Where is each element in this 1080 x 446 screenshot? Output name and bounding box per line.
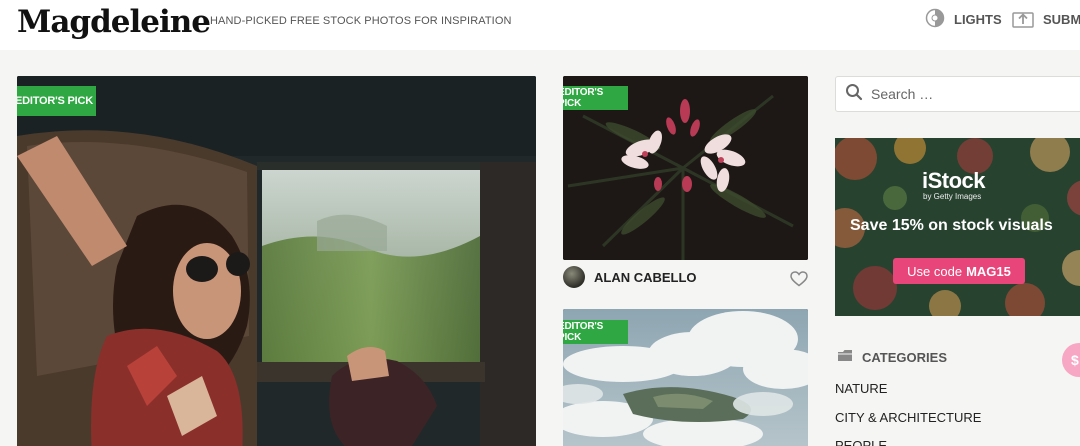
site-tagline: HAND-PICKED FREE STOCK PHOTOS FOR INSPIR… [210, 15, 512, 27]
top-bar: Magdeleine HAND-PICKED FREE STOCK PHOTOS… [0, 0, 1080, 50]
donate-button[interactable]: $ [1062, 343, 1080, 377]
lights-label: LIGHTS [954, 11, 1002, 27]
ad-brand-sub: by Getty Images [923, 192, 982, 201]
photo-author[interactable]: ALAN CABELLO [563, 266, 697, 288]
ad-cta-button[interactable]: Use code MAG15 [893, 258, 1025, 284]
ad-cta-prefix: Use code [907, 263, 963, 279]
search-box [835, 76, 1080, 112]
editors-pick-badge: EDITOR'S PICK [17, 86, 96, 116]
site-logo[interactable]: Magdeleine [17, 4, 211, 40]
photo-woman-in-car [17, 76, 536, 446]
submit-label: SUBMIT [1043, 11, 1080, 27]
avatar [563, 266, 585, 288]
category-link-people[interactable]: PEOPLE [835, 438, 887, 446]
upload-icon [1012, 8, 1034, 31]
photo-card-woman-car[interactable]: EDITOR'S PICK [17, 76, 536, 446]
like-button[interactable] [790, 271, 808, 292]
istock-ad[interactable]: iStock by Getty Images Save 15% on stock… [835, 138, 1080, 316]
ad-cta-code: MAG15 [966, 263, 1011, 279]
editors-pick-badge: EDITOR'S PICK [563, 86, 628, 110]
editors-pick-badge: EDITOR'S PICK [563, 320, 628, 344]
photo-card-clouds[interactable]: EDITOR'S PICK [563, 309, 808, 446]
dollar-icon: $ [1071, 352, 1079, 368]
heart-icon [790, 271, 808, 291]
photo-card-flower[interactable]: EDITOR'S PICK [563, 76, 808, 260]
category-link-city-architecture[interactable]: CITY & ARCHITECTURE [835, 410, 981, 425]
search-input[interactable] [871, 86, 1061, 102]
categories-heading: CATEGORIES [837, 349, 947, 366]
submit-button[interactable]: SUBMIT [1012, 7, 1080, 31]
author-name: ALAN CABELLO [594, 269, 697, 285]
lightbulb-icon [925, 8, 945, 31]
ad-headline: Save 15% on stock visuals [850, 217, 1053, 234]
folder-icon [837, 349, 853, 366]
categories-title: CATEGORIES [862, 350, 947, 365]
search-icon [845, 83, 863, 106]
category-link-nature[interactable]: NATURE [835, 381, 887, 396]
ad-brand-logo: iStock [922, 168, 986, 193]
lights-toggle[interactable]: LIGHTS [925, 7, 1002, 31]
